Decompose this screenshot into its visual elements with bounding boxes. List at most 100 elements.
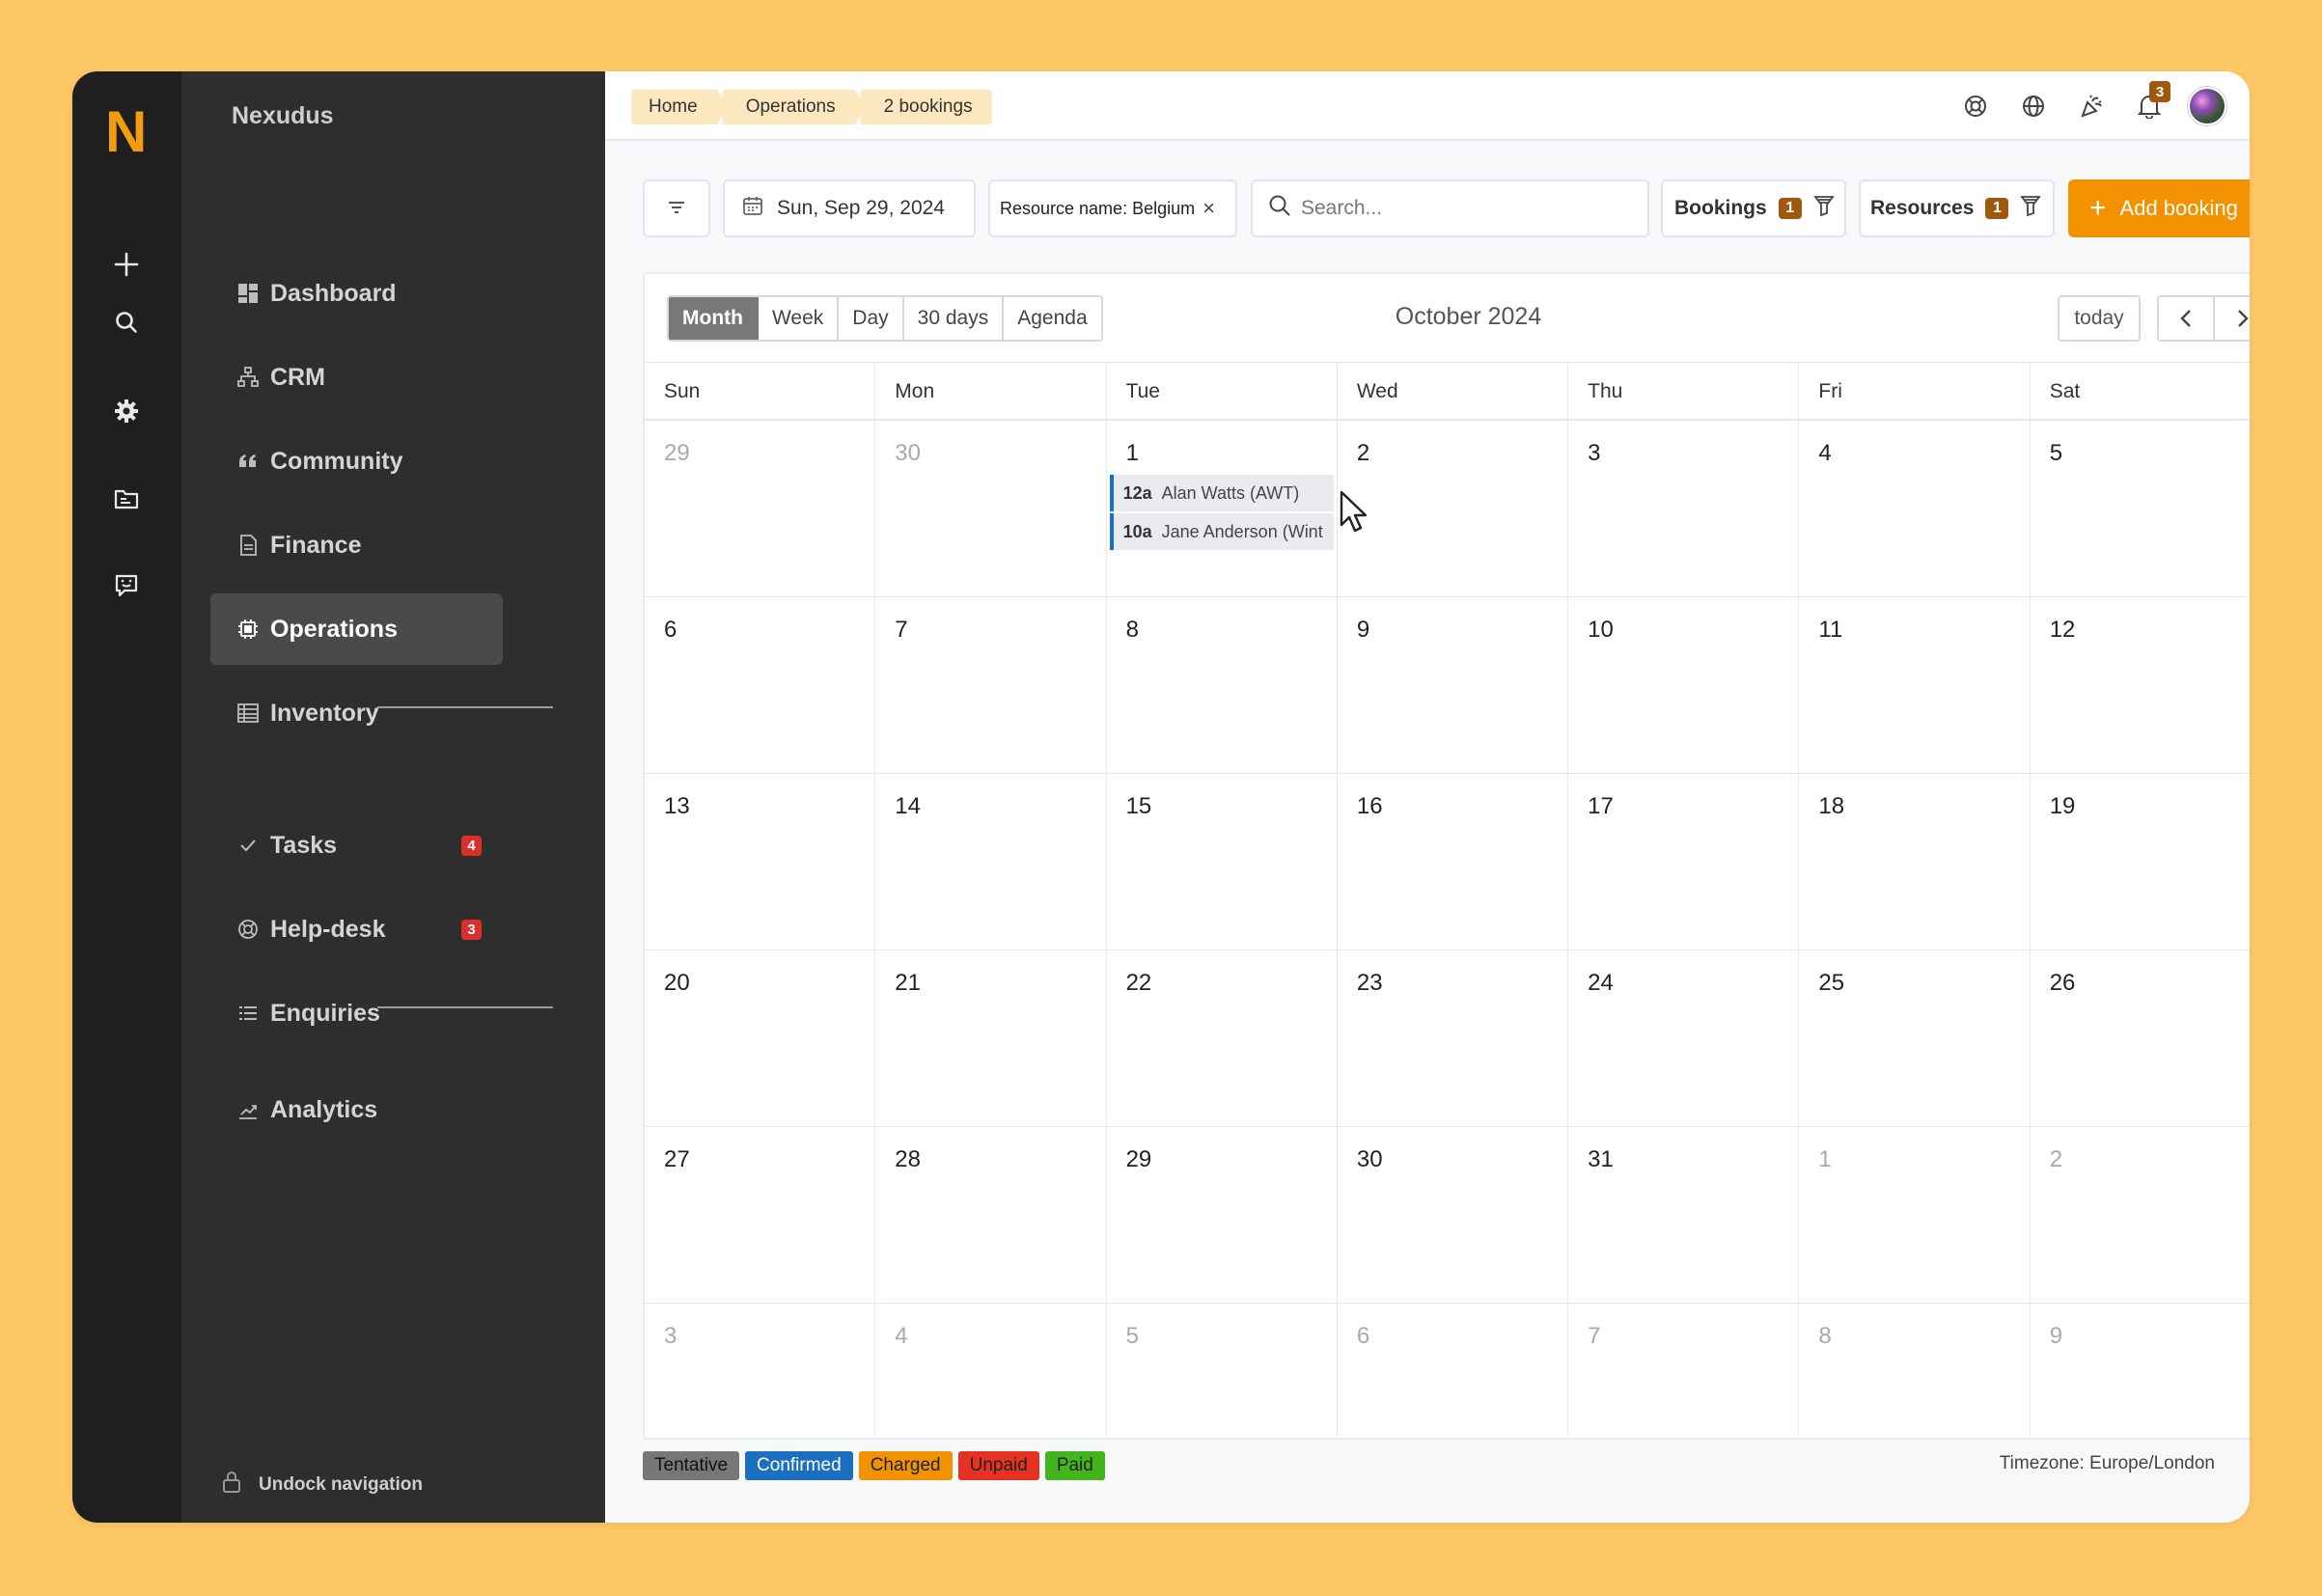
day-cell[interactable]: 31 <box>1568 1127 1800 1303</box>
day-cell[interactable]: 30 <box>875 421 1107 596</box>
search-icon[interactable] <box>105 301 148 344</box>
day-number[interactable]: 26 <box>2050 970 2076 997</box>
breadcrumb-home[interactable]: Home <box>631 90 729 124</box>
day-cell[interactable]: 5 <box>2031 421 2250 596</box>
day-number[interactable]: 4 <box>1818 440 1831 467</box>
sidebar-item-help-desk[interactable]: Help-desk 3 <box>210 894 503 965</box>
day-cell[interactable]: 2 <box>2031 1127 2250 1303</box>
day-number[interactable]: 1 <box>1126 440 1139 467</box>
day-cell[interactable]: 8 <box>1107 597 1338 773</box>
day-cell[interactable]: 21 <box>875 950 1107 1126</box>
sidebar-item-enquiries[interactable]: Enquiries <box>210 977 503 1049</box>
bookings-filter-button[interactable]: Bookings 1 <box>1661 179 1846 237</box>
day-number[interactable]: 3 <box>1588 440 1600 467</box>
breadcrumb-bookings[interactable]: 2 bookings <box>860 90 992 124</box>
day-number[interactable]: 28 <box>895 1146 921 1173</box>
day-number[interactable]: 2 <box>2050 1146 2062 1173</box>
gear-icon[interactable] <box>105 390 148 432</box>
help-lifebuoy-icon[interactable] <box>1956 87 1995 125</box>
day-cell[interactable]: 6 <box>645 597 876 773</box>
day-number[interactable]: 6 <box>664 617 677 644</box>
day-number[interactable]: 2 <box>1357 440 1369 467</box>
day-number[interactable]: 7 <box>1588 1323 1600 1350</box>
day-cell[interactable]: 29 <box>1107 1127 1338 1303</box>
folder-icon[interactable] <box>105 478 148 520</box>
day-number[interactable]: 4 <box>895 1323 907 1350</box>
day-cell[interactable]: 15 <box>1107 774 1338 949</box>
day-number[interactable]: 6 <box>1357 1323 1369 1350</box>
sidebar-item-crm[interactable]: CRM <box>210 342 503 413</box>
sidebar-item-operations[interactable]: Operations <box>210 593 503 665</box>
day-cell[interactable]: 28 <box>875 1127 1107 1303</box>
day-number[interactable]: 29 <box>664 440 690 467</box>
resources-filter-button[interactable]: Resources 1 <box>1859 179 2055 237</box>
sidebar-item-community[interactable]: Community <box>210 426 503 497</box>
booking-event[interactable]: 10a Jane Anderson (Wint <box>1109 513 1334 550</box>
globe-icon[interactable] <box>2014 87 2053 125</box>
day-cell[interactable]: 4 <box>1799 421 2031 596</box>
day-cell[interactable]: 25 <box>1799 950 2031 1126</box>
party-popper-icon[interactable] <box>2072 87 2111 125</box>
day-number[interactable]: 8 <box>1126 617 1139 644</box>
filter-toggle-button[interactable] <box>643 179 710 237</box>
day-cell[interactable]: 9 <box>1338 597 1569 773</box>
day-cell[interactable]: 1 12a Alan Watts (AWT) 10a Jane Anderson (Wi… <box>1107 421 1338 596</box>
day-cell[interactable]: 5 <box>1107 1304 1338 1437</box>
day-number[interactable]: 21 <box>895 970 921 997</box>
search-input[interactable] <box>1301 197 1629 220</box>
day-cell[interactable]: 3 <box>645 1304 876 1437</box>
day-cell[interactable]: 18 <box>1799 774 2031 949</box>
day-number[interactable]: 8 <box>1818 1323 1831 1350</box>
day-cell[interactable]: 16 <box>1338 774 1569 949</box>
day-number[interactable]: 22 <box>1126 970 1152 997</box>
close-icon[interactable]: × <box>1202 196 1215 221</box>
sidebar-item-tasks[interactable]: Tasks 4 <box>210 810 503 881</box>
day-cell[interactable]: 1 <box>1799 1127 2031 1303</box>
day-number[interactable]: 12 <box>2050 617 2076 644</box>
day-cell[interactable]: 23 <box>1338 950 1569 1126</box>
day-cell[interactable]: 2 <box>1338 421 1569 596</box>
day-cell[interactable]: 7 <box>875 597 1107 773</box>
prev-month-button[interactable] <box>2159 297 2215 340</box>
sidebar-item-analytics[interactable]: Analytics <box>210 1074 503 1145</box>
feedback-icon[interactable] <box>105 564 148 607</box>
day-number[interactable]: 9 <box>2050 1323 2062 1350</box>
day-number[interactable]: 13 <box>664 793 690 820</box>
day-number[interactable]: 20 <box>664 970 690 997</box>
today-button[interactable]: today <box>2058 295 2141 342</box>
breadcrumb-operations[interactable]: Operations <box>722 90 867 124</box>
day-cell[interactable]: 26 <box>2031 950 2250 1126</box>
day-cell[interactable]: 24 <box>1568 950 1800 1126</box>
day-number[interactable]: 10 <box>1588 617 1614 644</box>
day-cell[interactable]: 30 <box>1338 1127 1569 1303</box>
day-number[interactable]: 3 <box>664 1323 677 1350</box>
day-cell[interactable]: 10 <box>1568 597 1800 773</box>
day-cell[interactable]: 27 <box>645 1127 876 1303</box>
day-number[interactable]: 5 <box>1126 1323 1139 1350</box>
date-picker[interactable]: Sun, Sep 29, 2024 <box>723 179 976 237</box>
day-cell[interactable]: 7 <box>1568 1304 1800 1437</box>
add-booking-button[interactable]: + Add booking <box>2068 179 2250 237</box>
day-number[interactable]: 5 <box>2050 440 2062 467</box>
day-number[interactable]: 15 <box>1126 793 1152 820</box>
day-cell[interactable]: 12 <box>2031 597 2250 773</box>
nexudus-logo[interactable]: N <box>105 98 147 165</box>
day-number[interactable]: 23 <box>1357 970 1383 997</box>
search-box[interactable] <box>1251 179 1649 237</box>
sidebar-item-dashboard[interactable]: Dashboard <box>210 258 503 329</box>
resource-filter-chip[interactable]: Resource name: Belgium × <box>988 179 1237 237</box>
plus-icon[interactable] <box>105 243 148 286</box>
day-number[interactable]: 24 <box>1588 970 1614 997</box>
day-cell[interactable]: 22 <box>1107 950 1338 1126</box>
day-number[interactable]: 1 <box>1818 1146 1831 1173</box>
day-number[interactable]: 9 <box>1357 617 1369 644</box>
day-number[interactable]: 18 <box>1818 793 1844 820</box>
day-number[interactable]: 25 <box>1818 970 1844 997</box>
day-cell[interactable]: 13 <box>645 774 876 949</box>
day-number[interactable]: 17 <box>1588 793 1614 820</box>
day-number[interactable]: 30 <box>1357 1146 1383 1173</box>
user-avatar[interactable] <box>2188 87 2226 125</box>
sidebar-item-finance[interactable]: Finance <box>210 509 503 581</box>
day-cell[interactable]: 11 <box>1799 597 2031 773</box>
sidebar-item-inventory[interactable]: Inventory <box>210 677 503 749</box>
